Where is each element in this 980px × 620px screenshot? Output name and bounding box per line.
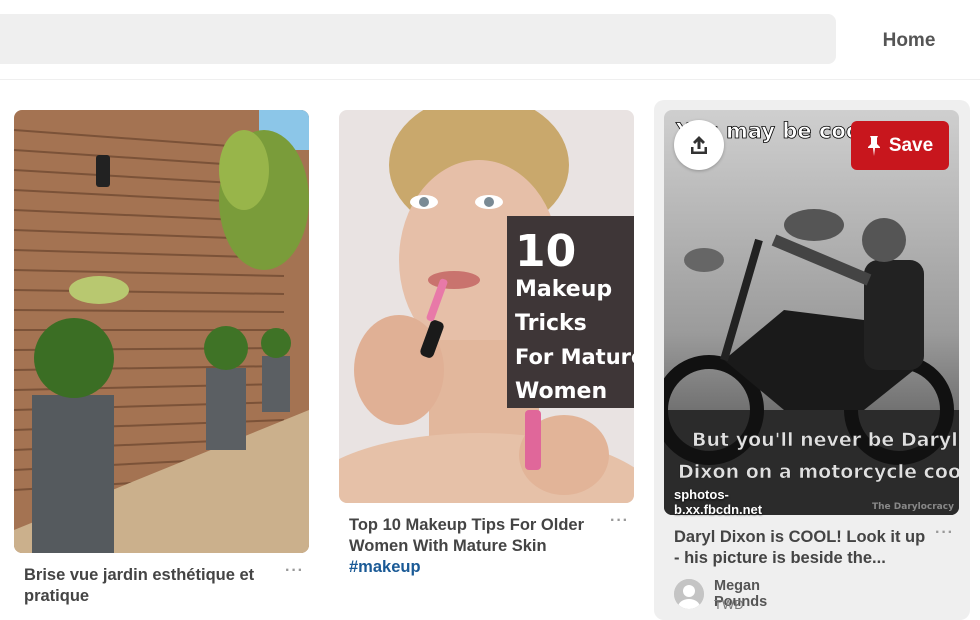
user-avatar-icon [674,579,704,609]
more-options-button[interactable]: ··· [935,524,954,542]
makeup-woman-image: 10 Makeup Tricks For Mature Women [339,110,634,503]
pushpin-icon [867,135,880,156]
more-options-button[interactable]: ··· [610,512,629,530]
save-button-label: Save [888,134,934,156]
pin-image[interactable]: 10 Makeup Tricks For Mature Women [339,110,634,503]
image-text: Tricks [515,311,587,336]
source-domain-link[interactable]: sphotos-b.xx.fbcdn.net [674,487,762,517]
top-bar: Home [0,0,980,80]
pin-image[interactable] [14,110,309,553]
pin-title-text: Top 10 Makeup Tips For Older Women With … [349,516,585,555]
image-text: For Mature [515,345,634,369]
image-text: Women [515,379,607,404]
image-text: But you'll never be Daryl [692,429,958,451]
more-options-button[interactable]: ··· [285,562,304,580]
save-button[interactable]: Save [851,121,949,170]
pin-image[interactable]: You may be cool But you'll never be Dary… [664,110,959,515]
upload-icon [691,136,707,154]
pin-title[interactable]: Brise vue jardin esthétique et pratique [24,565,274,607]
home-link[interactable]: Home [864,26,954,56]
pin-title[interactable]: Daryl Dixon is COOL! Look it up - his pi… [674,527,929,569]
pin-title[interactable]: Top 10 Makeup Tips For Older Women With … [349,515,604,578]
image-text: Makeup [515,277,612,302]
image-text: Dixon on a motorcycle cool [678,461,959,483]
garden-fence-image [14,110,309,553]
avatar[interactable] [674,579,704,609]
watermark-text: The Darylocracy [872,502,954,512]
hashtag-link[interactable]: #makeup [349,558,421,576]
share-button[interactable] [674,120,724,170]
motorcycle-image: You may be cool But you'll never be Dary… [664,110,959,515]
search-input[interactable] [0,14,836,64]
image-text: 10 [515,226,576,277]
